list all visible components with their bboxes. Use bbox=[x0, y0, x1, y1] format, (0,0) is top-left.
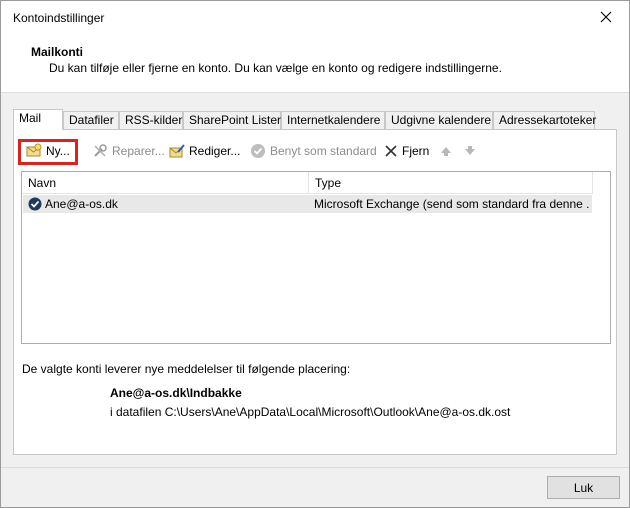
window-title: Kontoindstillinger bbox=[13, 11, 105, 25]
checkmark-circle-icon bbox=[251, 144, 265, 158]
account-settings-dialog: Kontoindstillinger Mailkonti Du kan tilf… bbox=[0, 0, 630, 508]
tab-internet-calendars[interactable]: Internetkalendere bbox=[281, 111, 385, 129]
repair-button-label: Reparer... bbox=[112, 144, 165, 158]
header-title: Mailkonti bbox=[31, 45, 84, 59]
tab-datafiles[interactable]: Datafiler bbox=[63, 111, 119, 129]
new-button[interactable]: Ny... bbox=[26, 140, 70, 162]
header-description: Du kan tilføje eller fjerne en konto. Du… bbox=[49, 61, 502, 75]
set-default-button[interactable]: Benyt som standard bbox=[250, 140, 377, 162]
title-bar: Kontoindstillinger bbox=[1, 1, 629, 33]
dialog-header: Mailkonti Du kan tilføje eller fjerne en… bbox=[1, 33, 629, 93]
move-up-button[interactable] bbox=[440, 140, 452, 162]
repair-icon bbox=[94, 144, 107, 157]
new-button-label: Ny... bbox=[46, 144, 70, 158]
tab-address-books[interactable]: Adressekartoteker bbox=[493, 111, 596, 129]
list-header: Navn Type bbox=[22, 172, 593, 194]
column-header-name[interactable]: Navn bbox=[22, 172, 308, 194]
tab-published-calendars[interactable]: Udgivne kalendere bbox=[385, 111, 493, 129]
edit-button-label: Rediger... bbox=[189, 144, 241, 158]
account-type: Microsoft Exchange (send som standard fr… bbox=[314, 197, 590, 211]
delivery-location-label: De valgte konti leverer nye meddelelser … bbox=[22, 362, 351, 376]
tab-rss-feeds[interactable]: RSS-kilder bbox=[119, 111, 183, 129]
window-close-button[interactable] bbox=[583, 1, 629, 33]
default-account-check-icon bbox=[28, 197, 42, 211]
edit-button[interactable]: Rediger... bbox=[169, 140, 240, 162]
edit-account-icon bbox=[169, 144, 185, 158]
list-item[interactable]: Ane@a-os.dk Microsoft Exchange (send som… bbox=[23, 195, 592, 213]
remove-x-icon bbox=[385, 145, 397, 157]
new-account-icon bbox=[26, 143, 42, 157]
column-divider[interactable] bbox=[592, 172, 593, 194]
account-list[interactable]: Navn Type Ane@a-os.dk Microsoft Exchange… bbox=[21, 171, 611, 344]
account-name: Ane@a-os.dk bbox=[45, 197, 118, 211]
close-button[interactable]: Luk bbox=[547, 476, 620, 499]
tab-sharepoint-lists[interactable]: SharePoint Lister bbox=[183, 111, 281, 129]
close-icon bbox=[600, 11, 612, 23]
remove-button-label: Fjern bbox=[402, 144, 430, 158]
toolbar: Ny... Reparer... Rediger... Benyt som st… bbox=[16, 139, 606, 165]
mail-tab-panel: Ny... Reparer... Rediger... Benyt som st… bbox=[13, 129, 617, 455]
move-down-button[interactable] bbox=[464, 140, 476, 162]
set-default-button-label: Benyt som standard bbox=[270, 144, 377, 158]
arrow-down-icon bbox=[465, 146, 475, 155]
arrow-up-icon bbox=[441, 147, 451, 156]
repair-button[interactable]: Reparer... bbox=[92, 140, 165, 162]
column-header-type[interactable]: Type bbox=[309, 172, 592, 194]
delivery-data-file: i datafilen C:\Users\Ane\AppData\Local\M… bbox=[110, 405, 511, 419]
footer-divider bbox=[1, 467, 629, 468]
tab-mail[interactable]: Mail bbox=[13, 109, 63, 130]
delivery-folder: Ane@a-os.dk\Indbakke bbox=[110, 386, 242, 400]
remove-button[interactable]: Fjern bbox=[384, 140, 429, 162]
